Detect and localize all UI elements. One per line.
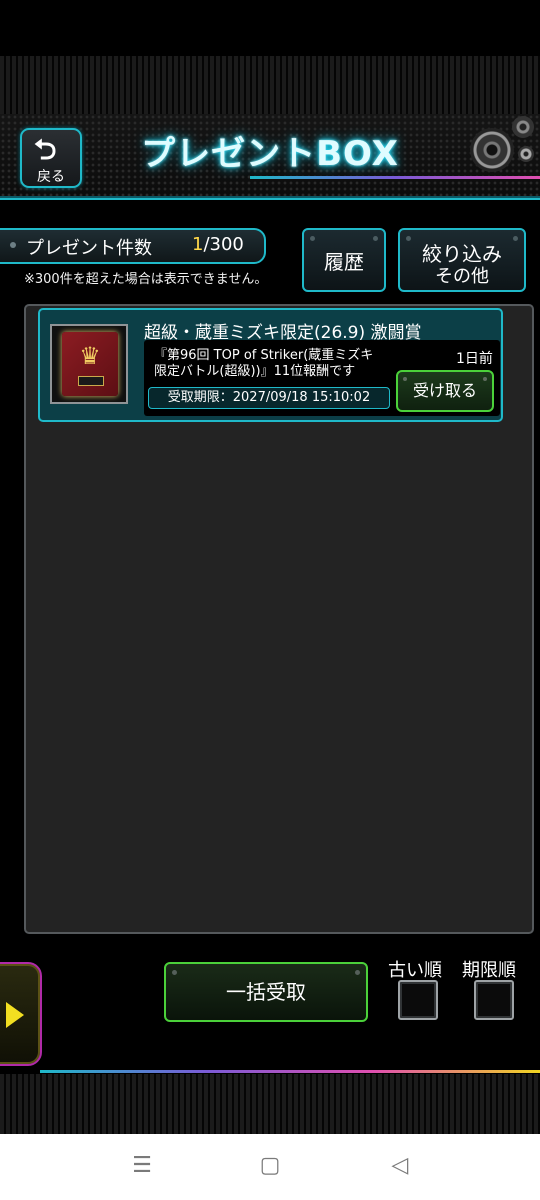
header-accent-line bbox=[250, 176, 540, 179]
present-count-max: /300 bbox=[203, 234, 244, 255]
sort-oldest-checkbox[interactable] bbox=[398, 980, 438, 1020]
present-count-current: 1 bbox=[192, 234, 204, 255]
nameplate bbox=[78, 376, 104, 386]
system-nav-bar: ☰ ▢ ◁ bbox=[0, 1134, 540, 1200]
present-item-age: 1日前 bbox=[456, 351, 493, 367]
page-title: プレゼントBOX bbox=[141, 134, 399, 174]
present-item-description: 『第96回 TOP of Striker(蔵重ミズキ 限定バトル(超級))』11… bbox=[154, 348, 394, 380]
filter-button[interactable]: 絞り込み その他 bbox=[398, 228, 526, 292]
knob-icon bbox=[518, 146, 534, 162]
side-menu-tab[interactable] bbox=[0, 962, 42, 1066]
history-button-label: 履歴 bbox=[324, 250, 364, 274]
speaker-icon bbox=[470, 128, 514, 172]
sort-deadline-checkbox[interactable] bbox=[474, 980, 514, 1020]
back-nav-icon[interactable]: ◁ bbox=[380, 1154, 420, 1178]
bulk-receive-button[interactable]: 一括受取 bbox=[164, 962, 368, 1022]
limit-note: ※300件を超えた場合は表示できません。 bbox=[24, 272, 268, 287]
top-speaker-grill bbox=[0, 56, 540, 114]
rivet-icon bbox=[355, 970, 360, 975]
rivet-icon bbox=[310, 236, 315, 241]
present-count-label: プレゼント件数 bbox=[26, 238, 152, 259]
present-count-value: 1/300 bbox=[192, 234, 244, 255]
back-button[interactable]: ⮌ 戻る bbox=[20, 128, 82, 188]
filter-button-label-line2: その他 bbox=[435, 266, 489, 287]
sort-oldest-label: 古い順 bbox=[388, 960, 442, 981]
sort-deadline-label: 期限順 bbox=[462, 960, 516, 981]
rivet-icon bbox=[10, 242, 16, 248]
rivet-icon bbox=[373, 236, 378, 241]
receive-button-label: 受け取る bbox=[412, 381, 477, 400]
present-count-bar: プレゼント件数 1/300 bbox=[0, 228, 266, 264]
rivet-icon bbox=[483, 377, 487, 381]
rivet-icon bbox=[403, 377, 407, 381]
footer-accent-line bbox=[40, 1070, 540, 1073]
bottom-speaker-grill bbox=[0, 1074, 540, 1134]
speaker-small-icon bbox=[512, 116, 534, 138]
recent-apps-icon[interactable]: ☰ bbox=[122, 1154, 162, 1178]
play-arrow-icon bbox=[6, 1002, 24, 1028]
crown-icon: ♛ bbox=[79, 342, 101, 370]
history-button[interactable]: 履歴 bbox=[302, 228, 386, 292]
home-icon[interactable]: ▢ bbox=[250, 1154, 290, 1178]
receive-button[interactable]: 受け取る bbox=[396, 370, 494, 412]
back-arrow-icon: ⮌ bbox=[34, 133, 57, 166]
back-button-label: 戻る bbox=[37, 169, 65, 185]
status-bar bbox=[0, 0, 540, 56]
bulk-receive-label: 一括受取 bbox=[226, 980, 306, 1004]
present-item-deadline: 受取期限：2027/09/18 15:10:02 bbox=[148, 387, 390, 409]
rivet-icon bbox=[172, 970, 177, 975]
present-item-description-line2: 限定バトル(超級))』11位報酬です bbox=[154, 364, 356, 379]
trophy-book-icon: ♛ bbox=[50, 324, 128, 404]
present-item-description-line1: 『第96回 TOP of Striker(蔵重ミズキ bbox=[154, 348, 374, 363]
